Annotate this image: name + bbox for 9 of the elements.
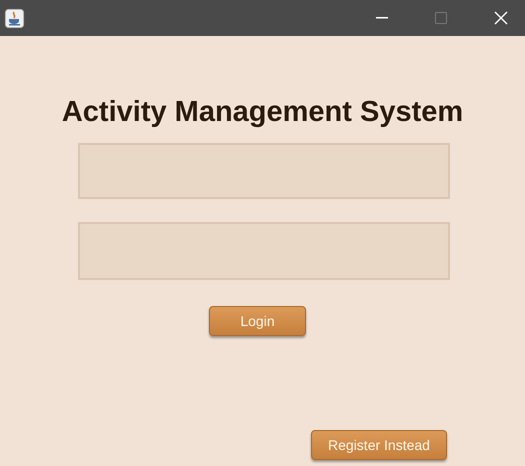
login-button[interactable]: Login <box>209 306 306 336</box>
maximize-icon[interactable] <box>435 12 447 24</box>
minimize-icon[interactable] <box>376 17 388 19</box>
register-button[interactable]: Register Instead <box>311 430 447 460</box>
close-icon[interactable] <box>494 11 508 25</box>
input-field[interactable] <box>78 222 450 280</box>
input-field[interactable] <box>78 143 450 199</box>
app-title: Activity Management System <box>62 95 464 130</box>
app-icon <box>5 8 24 28</box>
